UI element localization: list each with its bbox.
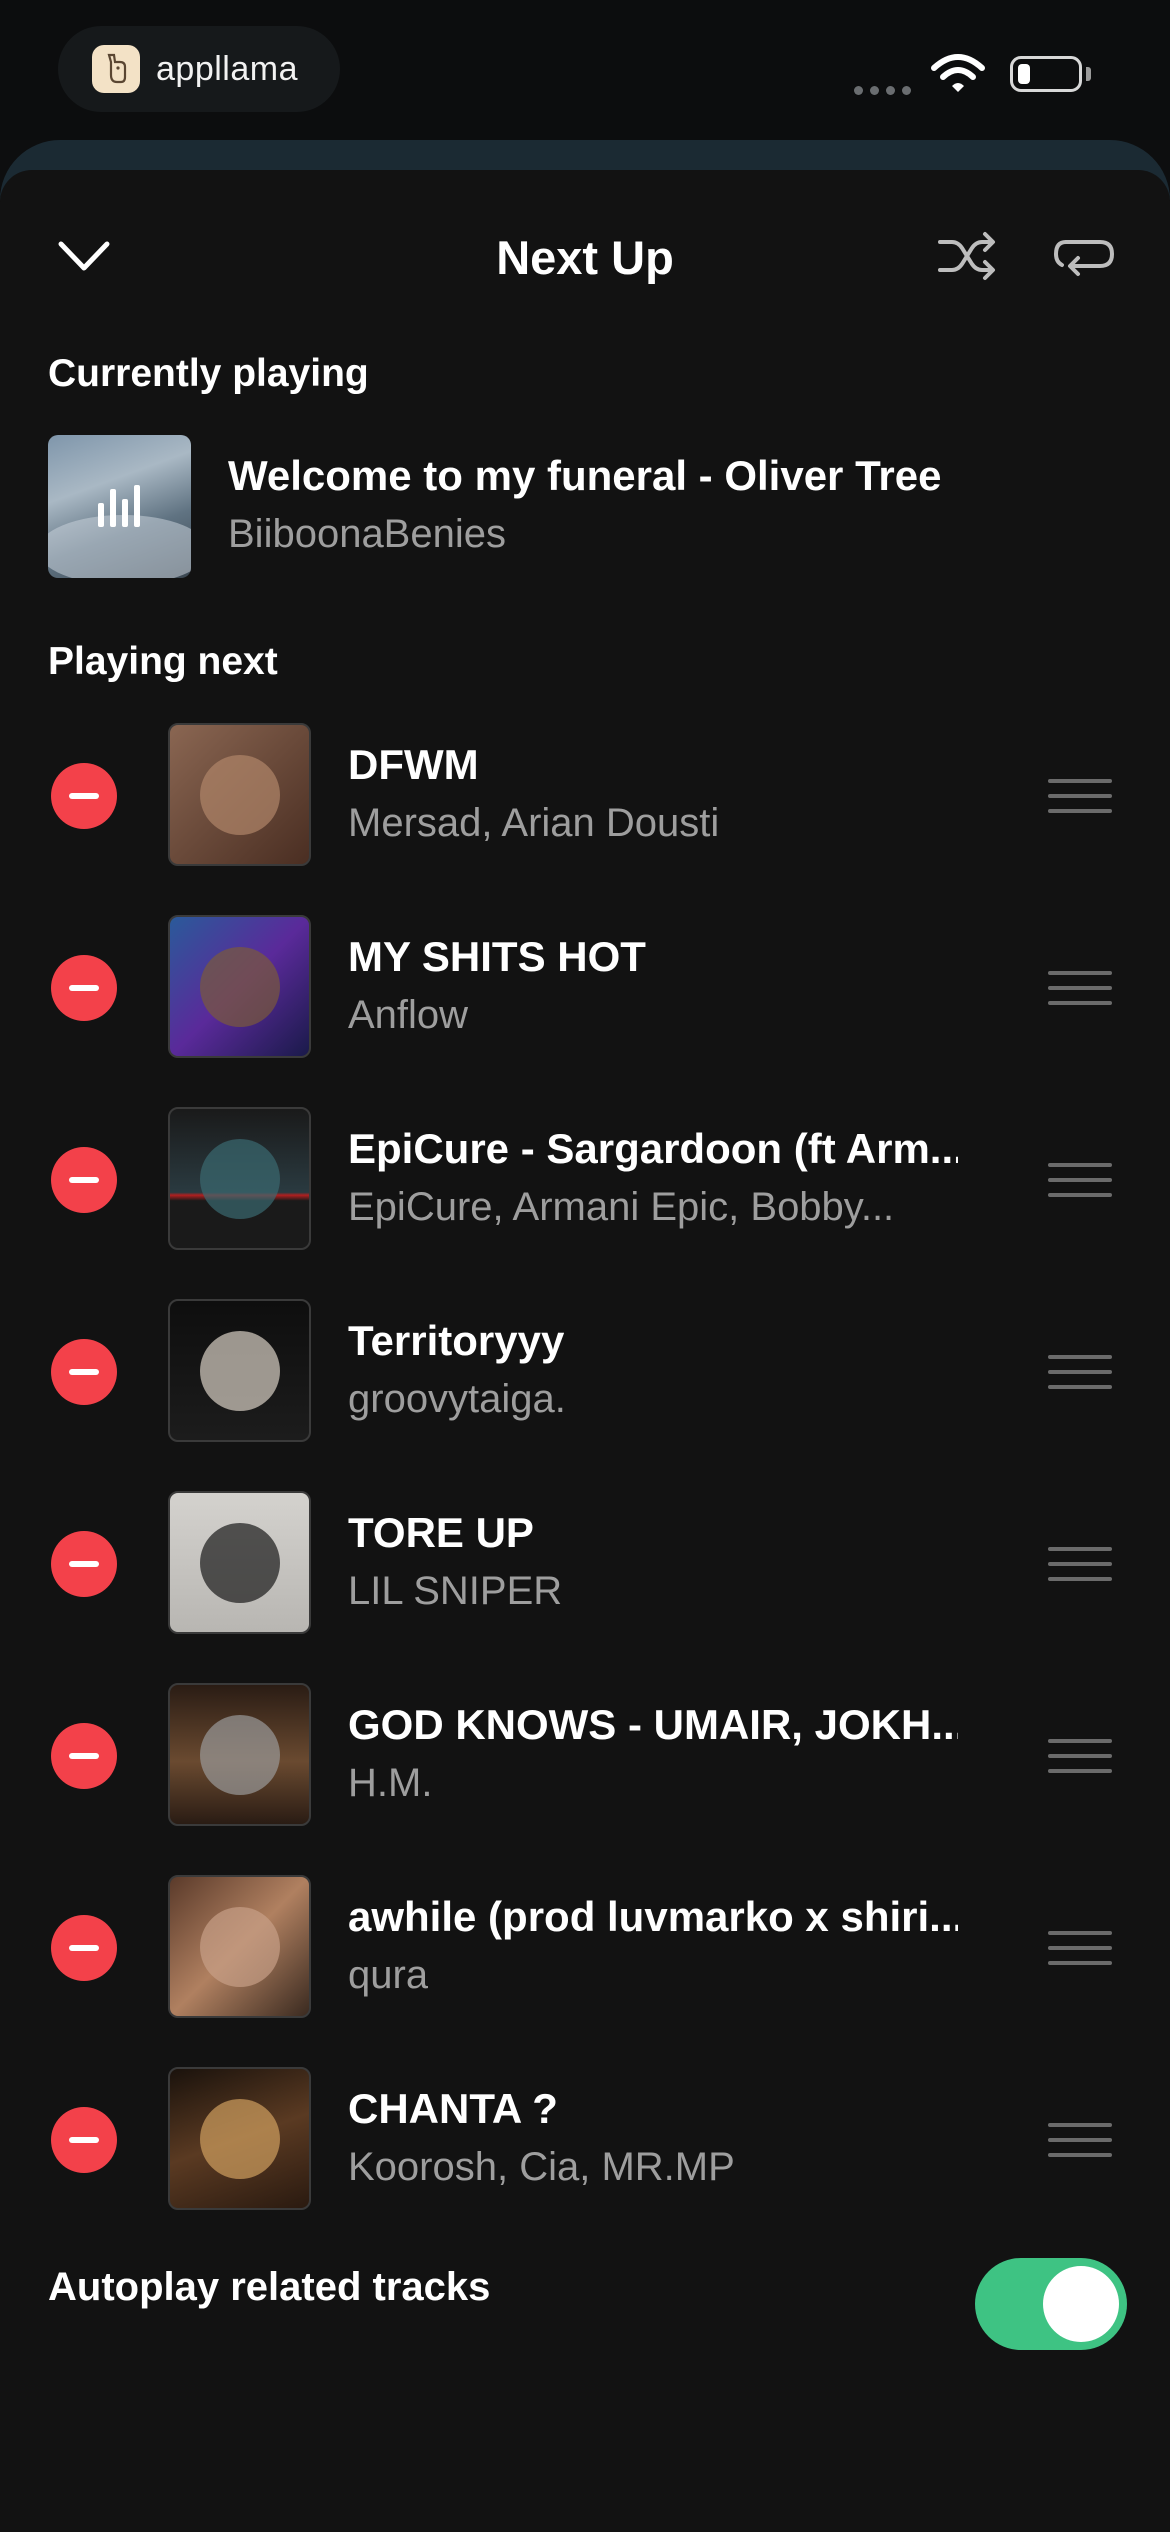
drag-handle-icon[interactable] xyxy=(1048,1355,1112,1389)
queue-row[interactable]: Territoryyy groovytaiga. xyxy=(0,1299,1170,1449)
remove-icon[interactable] xyxy=(51,1531,117,1597)
toggle-knob xyxy=(1043,2266,1119,2342)
queue-row[interactable]: GOD KNOWS - UMAIR, JOKH... H.M. xyxy=(0,1683,1170,1833)
track-artwork xyxy=(168,1683,311,1826)
track-artwork xyxy=(168,1491,311,1634)
drag-handle-icon[interactable] xyxy=(1048,1739,1112,1773)
queue-row[interactable]: MY SHITS HOT Anflow xyxy=(0,915,1170,1065)
remove-icon[interactable] xyxy=(51,1339,117,1405)
drag-handle-icon[interactable] xyxy=(1048,2123,1112,2157)
now-playing-title: Welcome to my funeral - Oliver Tree xyxy=(228,452,942,499)
track-title: MY SHITS HOT xyxy=(348,933,646,980)
track-title: EpiCure - Sargardoon (ft Arm... xyxy=(348,1125,958,1172)
track-title: CHANTA ? xyxy=(348,2085,558,2132)
remove-icon[interactable] xyxy=(51,955,117,1021)
drag-handle-icon[interactable] xyxy=(1048,1931,1112,1965)
remove-icon[interactable] xyxy=(51,2107,117,2173)
app-name: appllama xyxy=(156,49,298,88)
queue-row[interactable]: awhile (prod luvmarko x shiri... qura xyxy=(0,1875,1170,2025)
remove-icon[interactable] xyxy=(51,763,117,829)
llama-logo-icon xyxy=(92,45,140,93)
signal-dots-icon xyxy=(854,86,911,95)
track-artist: LIL SNIPER xyxy=(348,1569,563,1613)
app-indicator-pill[interactable]: appllama xyxy=(58,26,340,112)
battery-cap xyxy=(1086,67,1091,81)
currently-playing-heading: Currently playing xyxy=(48,352,369,395)
drag-handle-icon[interactable] xyxy=(1048,1547,1112,1581)
repeat-icon[interactable] xyxy=(1052,228,1116,284)
track-artwork xyxy=(168,1299,311,1442)
track-artwork xyxy=(168,1875,311,2018)
track-artwork xyxy=(168,723,311,866)
queue-row[interactable]: CHANTA ? Koorosh, Cia, MR.MP xyxy=(0,2067,1170,2217)
queue-row[interactable]: EpiCure - Sargardoon (ft Arm... EpiCure,… xyxy=(0,1107,1170,1257)
track-artist: Mersad, Arian Dousti xyxy=(348,801,720,845)
drag-handle-icon[interactable] xyxy=(1048,971,1112,1005)
remove-icon[interactable] xyxy=(51,1147,117,1213)
track-title: Territoryyy xyxy=(348,1317,565,1364)
track-artist: Anflow xyxy=(348,993,469,1037)
track-artist: H.M. xyxy=(348,1761,433,1805)
track-artwork xyxy=(168,1107,311,1250)
autoplay-toggle[interactable] xyxy=(975,2258,1127,2350)
track-artist: Koorosh, Cia, MR.MP xyxy=(348,2145,735,2189)
track-artist: groovytaiga. xyxy=(348,1377,566,1421)
queue-row[interactable]: TORE UP LIL SNIPER xyxy=(0,1491,1170,1641)
shuffle-icon[interactable] xyxy=(936,228,998,284)
track-artist: EpiCure, Armani Epic, Bobby... xyxy=(348,1185,895,1229)
track-title: DFWM xyxy=(348,741,479,788)
track-artwork xyxy=(168,915,311,1058)
queue-row[interactable]: DFWM Mersad, Arian Dousti xyxy=(0,723,1170,873)
remove-icon[interactable] xyxy=(51,1723,117,1789)
autoplay-label: Autoplay related tracks xyxy=(48,2265,491,2309)
track-artist: qura xyxy=(348,1953,429,1997)
now-playing-artist: BiiboonaBenies xyxy=(228,512,506,556)
now-playing-artwork[interactable] xyxy=(48,435,191,578)
battery-icon xyxy=(1010,56,1082,92)
track-title: awhile (prod luvmarko x shiri... xyxy=(348,1893,958,1940)
wifi-icon xyxy=(931,54,985,92)
drag-handle-icon[interactable] xyxy=(1048,779,1112,813)
track-title: TORE UP xyxy=(348,1509,534,1556)
equalizer-icon xyxy=(98,485,140,527)
remove-icon[interactable] xyxy=(51,1915,117,1981)
playing-next-heading: Playing next xyxy=(48,640,278,683)
drag-handle-icon[interactable] xyxy=(1048,1163,1112,1197)
track-artwork xyxy=(168,2067,311,2210)
status-bar: appllama xyxy=(0,0,1170,140)
track-title: GOD KNOWS - UMAIR, JOKH... xyxy=(348,1701,958,1748)
